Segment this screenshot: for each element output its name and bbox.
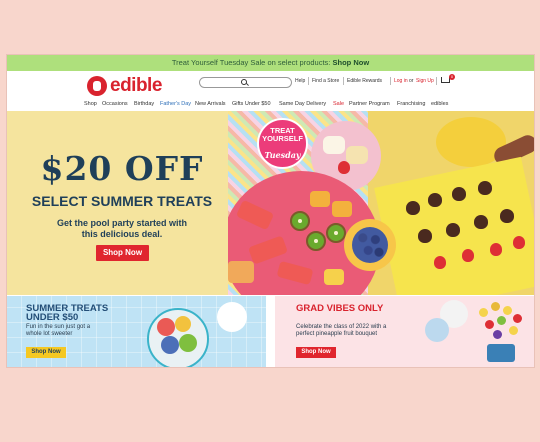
promo-card-text: Celebrate the class of 2022 with a perfe… (296, 324, 387, 337)
hero-banner[interactable]: $20 OFF SELECT SUMMER TREATS Get the poo… (7, 111, 534, 295)
rewards-link[interactable]: Edible Rewards (347, 75, 382, 87)
nav-item-new-arrivals[interactable]: New Arrivals (195, 98, 226, 110)
logo-text: edible (110, 75, 162, 96)
divider (436, 77, 437, 85)
kiwi-slice (326, 223, 346, 243)
nav-item-fathers-day[interactable]: Father's Day (160, 98, 191, 110)
treat-yourself-tuesday-badge: TREAT YOURSELF Tuesday (257, 118, 308, 169)
fruit-piece (479, 308, 488, 317)
fruit-piece (491, 302, 500, 311)
strawberry (462, 249, 474, 262)
fruit-piece (513, 314, 522, 323)
strawberry (434, 256, 446, 269)
chocolate-dipped-fruit (446, 223, 460, 237)
fruit (157, 318, 175, 336)
nav-item-shop[interactable]: Shop (84, 98, 97, 110)
badge-title: TREAT YOURSELF (262, 126, 303, 143)
signup-link[interactable]: Sign Up (416, 75, 434, 87)
dessert (323, 136, 345, 154)
hero-image: TREAT YOURSELF Tuesday (228, 111, 534, 295)
promo-text: Treat Yourself Tuesday Sale on select pr… (171, 58, 331, 67)
fruit-piece (497, 316, 506, 325)
pineapple-piece (324, 269, 344, 285)
logo-mark-icon (87, 76, 107, 96)
hero-shop-now-button[interactable]: Shop Now (96, 245, 149, 261)
hero-copy: $20 OFF SELECT SUMMER TREATS Get the poo… (7, 111, 237, 295)
strawberry (490, 243, 502, 256)
nav-item-sale[interactable]: Sale (333, 98, 344, 110)
promo-card-title: GRAD VIBES ONLY (296, 303, 384, 314)
chocolate-dipped-fruit (428, 193, 442, 207)
promo-card-summer-treats[interactable]: SUMMER TREATS UNDER $50 Fun in the sun j… (7, 296, 266, 367)
edible-logo[interactable]: edible (87, 75, 162, 97)
cantaloupe-slice (228, 261, 254, 283)
or-text: or (409, 78, 414, 84)
nav-item-same-day-delivery[interactable]: Same Day Delivery (279, 98, 326, 110)
mango-piece (310, 191, 330, 207)
mango-piece (332, 201, 352, 217)
promo-card-shop-now-button[interactable]: Shop Now (26, 347, 66, 358)
chocolate-dipped-fruit (478, 181, 492, 195)
nav-item-occasions[interactable]: Occasions (102, 98, 128, 110)
main-nav: Shop Occasions Birthday Father's Day New… (7, 98, 534, 110)
balloon (425, 318, 449, 342)
search-icon[interactable] (241, 79, 247, 85)
fruit (161, 336, 179, 354)
strawberry (338, 161, 350, 174)
nav-item-gifts-under-50[interactable]: Gifts Under $50 (232, 98, 271, 110)
help-link[interactable]: Help (295, 75, 305, 87)
nav-item-edibles[interactable]: edibles (431, 98, 448, 110)
nav-item-partner-program[interactable]: Partner Program (349, 98, 390, 110)
bouquet-container (487, 344, 515, 362)
hero-subhead: SELECT SUMMER TREATS (31, 193, 213, 209)
promo-card-text: Fun in the sun just got a whole lot swee… (26, 324, 91, 337)
chocolate-dipped-fruit (474, 215, 488, 229)
fruit (175, 316, 191, 332)
promo-card-title: SUMMER TREATS UNDER $50 (26, 303, 109, 323)
chocolate-dipped-fruit (452, 187, 466, 201)
fruit-piece (503, 306, 512, 315)
promo-card-shop-now-button[interactable]: Shop Now (296, 347, 336, 358)
cart-count-badge: 0 (449, 74, 455, 80)
fruit-piece (485, 320, 494, 329)
find-store-link[interactable]: Find a Store (312, 75, 339, 87)
fruit-piece (493, 330, 502, 339)
hero-body: Get the pool party started with this del… (57, 218, 188, 239)
promo-shop-now-link[interactable]: Shop Now (333, 58, 370, 67)
nav-item-birthday[interactable]: Birthday (134, 98, 154, 110)
promo-bar[interactable]: Treat Yourself Tuesday Sale on select pr… (7, 55, 534, 71)
chocolate-dipped-fruit (500, 209, 514, 223)
browser-page: Treat Yourself Tuesday Sale on select pr… (7, 55, 534, 367)
fruit-bowl (147, 308, 209, 367)
chocolate-dipped-fruit (406, 201, 420, 215)
nav-item-franchising[interactable]: Franchising (397, 98, 425, 110)
dip-bowl (217, 302, 247, 332)
divider (308, 77, 309, 85)
fruit (179, 334, 197, 352)
login-link[interactable]: Log in (394, 75, 408, 87)
badge-script: Tuesday (264, 150, 301, 160)
site-header: edible Help Find a Store Edible Rewards … (7, 71, 534, 101)
dessert (346, 146, 368, 164)
divider (390, 77, 391, 85)
kiwi-slice (290, 211, 310, 231)
kiwi-slice (306, 231, 326, 251)
search-input[interactable] (199, 77, 292, 88)
chocolate-dipped-fruit (418, 229, 432, 243)
fruit-piece (509, 326, 518, 335)
blueberries (352, 227, 388, 263)
divider (343, 77, 344, 85)
promo-card-grad[interactable]: GRAD VIBES ONLY Celebrate the class of 2… (275, 296, 534, 367)
strawberry (513, 236, 525, 249)
hero-headline: $20 OFF (40, 149, 204, 188)
